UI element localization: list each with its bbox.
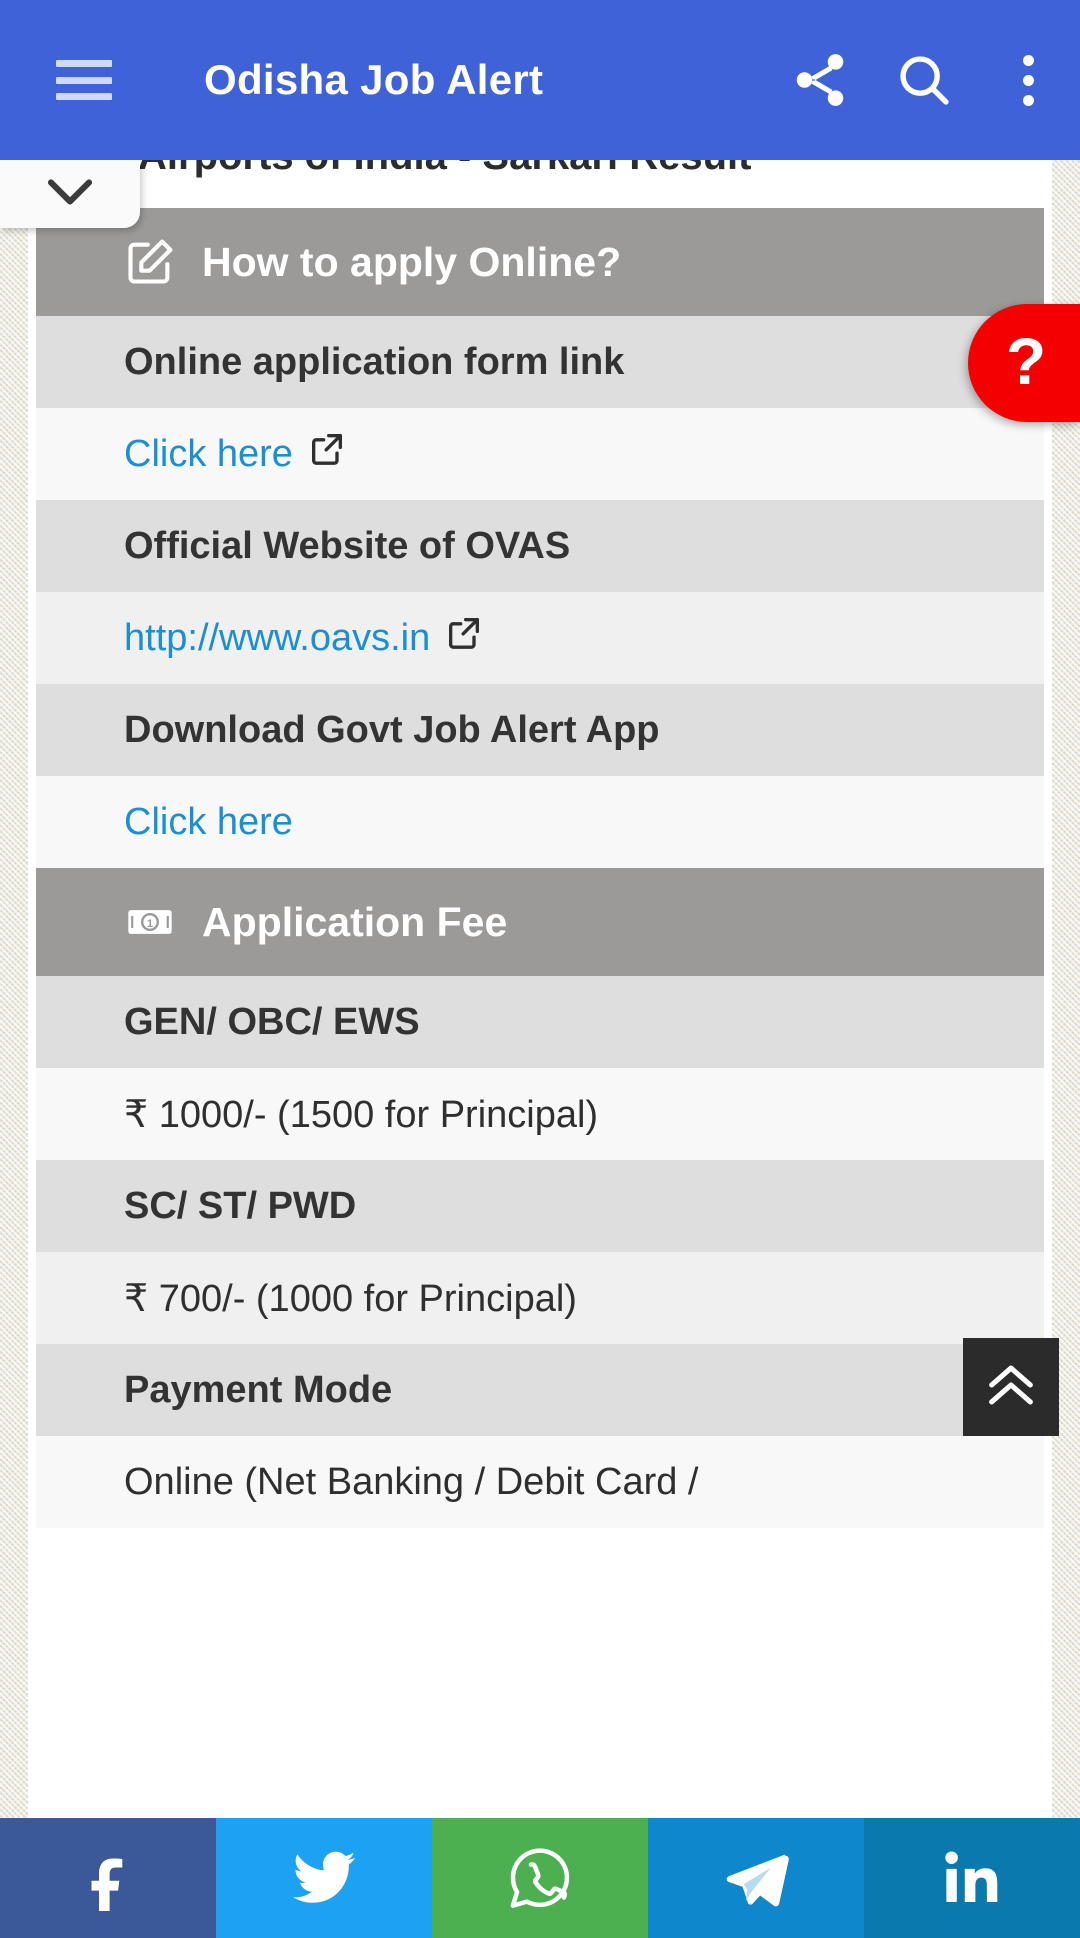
share-button[interactable] — [768, 28, 872, 132]
row-label-text: Payment Mode — [124, 1368, 393, 1411]
table-section-header: How to apply Online? — [36, 208, 1044, 316]
page-margin-right — [1052, 160, 1080, 1938]
search-icon — [893, 49, 955, 111]
row-label-text: SC/ ST/ PWD — [124, 1184, 357, 1227]
table-row-link[interactable]: http://www.oavs.in — [36, 592, 1044, 684]
linkedin-icon — [940, 1846, 1004, 1910]
row-label-text: Online application form link — [124, 340, 625, 383]
table-row-link[interactable]: Click here — [36, 776, 1044, 868]
article-card: Airports of India - Sarkari Result How t… — [28, 160, 1052, 1938]
table-row-label: Payment Mode — [36, 1344, 1044, 1436]
row-value-text: ₹ 1000/- (1500 for Principal) — [124, 1093, 599, 1136]
table-row-label: Official Website of OVAS — [36, 500, 1044, 592]
table-row-label: GEN/ OBC/ EWS — [36, 976, 1044, 1068]
table-row-link[interactable]: Click here — [36, 408, 1044, 500]
row-value-text: ₹ 700/- (1000 for Principal) — [124, 1277, 577, 1320]
share-linkedin-button[interactable] — [864, 1818, 1080, 1938]
share-telegram-button[interactable] — [648, 1818, 864, 1938]
hamburger-bar — [56, 93, 112, 100]
overflow-menu-button[interactable] — [976, 28, 1080, 132]
edit-square-icon — [124, 236, 176, 288]
external-link-icon — [444, 613, 484, 663]
svg-text:1: 1 — [147, 918, 153, 930]
facebook-icon — [75, 1845, 141, 1911]
share-icon — [789, 49, 851, 111]
table-row-value: ₹ 1000/- (1500 for Principal) — [36, 1068, 1044, 1160]
search-button[interactable] — [872, 28, 976, 132]
collapse-toolbar-button[interactable] — [0, 160, 140, 228]
app-screen: Odisha Job Alert How to apply Online? On… — [0, 0, 1080, 1938]
banknote-icon: 1 — [124, 896, 176, 948]
row-link[interactable]: Click here — [124, 433, 293, 476]
page-margin-left — [0, 160, 28, 1938]
app-bar-actions — [768, 0, 1080, 160]
row-link[interactable]: Click here — [124, 801, 293, 844]
hamburger-bar — [56, 76, 112, 84]
question-mark-icon: ? — [1005, 324, 1047, 398]
table-row-label: SC/ ST/ PWD — [36, 1160, 1044, 1252]
section-header-label: How to apply Online? — [202, 238, 622, 285]
share-twitter-button[interactable] — [216, 1818, 432, 1938]
details-table: How to apply Online? Online application f… — [36, 208, 1044, 1528]
table-row-value: ₹ 700/- (1000 for Principal) — [36, 1252, 1044, 1344]
external-link-icon — [307, 429, 347, 479]
row-link[interactable]: http://www.oavs.in — [124, 617, 430, 660]
app-title: Odisha Job Alert — [204, 56, 544, 103]
table-row-value: Online (Net Banking / Debit Card / — [36, 1436, 1044, 1528]
share-facebook-button[interactable] — [0, 1818, 216, 1938]
share-whatsapp-button[interactable] — [432, 1818, 648, 1938]
whatsapp-icon — [505, 1843, 575, 1913]
hamburger-bar — [56, 60, 112, 67]
row-label-text: GEN/ OBC/ EWS — [124, 1000, 420, 1043]
webview-content[interactable]: Airports of India - Sarkari Result How t… — [0, 160, 1080, 1938]
twitter-icon — [290, 1844, 358, 1912]
clipped-heading: Airports of India - Sarkari Result — [28, 160, 1052, 180]
row-value-text: Online (Net Banking / Debit Card / — [124, 1460, 699, 1503]
help-button[interactable]: ? — [968, 304, 1080, 422]
telegram-icon — [720, 1842, 792, 1914]
double-chevron-up-icon — [982, 1358, 1040, 1417]
app-bar: Odisha Job Alert — [0, 0, 1080, 160]
social-share-bar — [0, 1818, 1080, 1938]
table-section-header: 1 Application Fee — [36, 868, 1044, 976]
scroll-to-top-button[interactable] — [963, 1338, 1059, 1436]
section-header-label: Application Fee — [202, 898, 508, 945]
row-label-text: Download Govt Job Alert App — [124, 708, 660, 751]
chevron-down-icon — [41, 173, 99, 216]
more-vertical-icon — [1022, 54, 1034, 106]
hamburger-menu-icon[interactable] — [56, 60, 112, 100]
table-row-label: Download Govt Job Alert App — [36, 684, 1044, 776]
table-row-label: Online application form link — [36, 316, 1044, 408]
row-label-text: Official Website of OVAS — [124, 524, 571, 567]
